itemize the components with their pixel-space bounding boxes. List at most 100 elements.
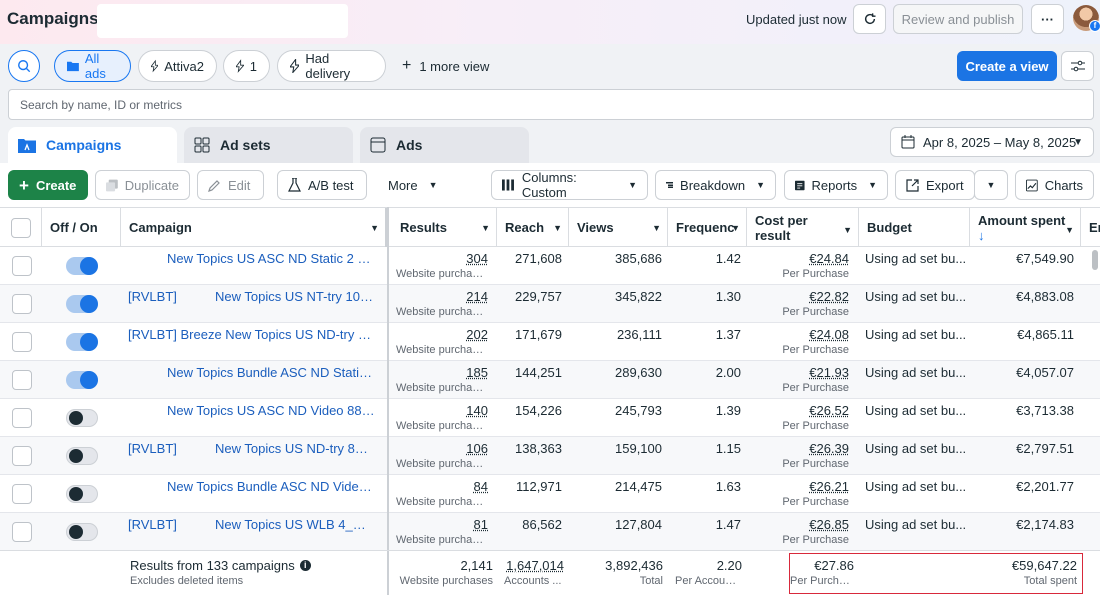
caret-down-icon: ▼ <box>428 180 438 190</box>
totals-views-label: Total <box>639 575 663 587</box>
col-off-on[interactable]: Off / On <box>42 208 121 247</box>
campaign-name[interactable]: New Topics US ASC ND Static 2 65 8... <box>167 251 375 266</box>
row-checkbox[interactable] <box>12 522 32 542</box>
row-checkbox[interactable] <box>12 256 32 276</box>
row-checkbox[interactable] <box>12 294 32 314</box>
charts-button[interactable]: Charts <box>1015 170 1094 200</box>
campaign-prefix[interactable]: [RVLBT] <box>128 517 178 532</box>
more-actions-button[interactable]: More ▼ <box>377 170 447 200</box>
table-row[interactable]: [RVLBT] New Topics US ND-try 82_[... 106 We… <box>0 437 1100 475</box>
breakdown-button[interactable]: Breakdown ▼ <box>655 170 776 200</box>
tab-ads[interactable]: Ads <box>360 127 529 163</box>
export-options-button[interactable]: ▼ <box>974 170 1008 200</box>
campaign-prefix[interactable]: [RVLBT] <box>128 289 178 304</box>
col-results[interactable]: Results ▼ <box>388 208 497 247</box>
tab-campaigns[interactable]: Campaigns <box>8 127 177 163</box>
col-amount-spent[interactable]: Amount spent ↓ ▼ <box>970 208 1081 247</box>
campaign-prefix[interactable]: [RVLBT] <box>128 441 178 456</box>
campaign-icon <box>18 139 36 153</box>
col-cost-per-result[interactable]: Cost per result ▼ <box>747 208 859 247</box>
cost-per-result-value: €26.52 <box>809 403 849 418</box>
create-view-button[interactable]: Create a view <box>957 51 1057 81</box>
campaign-name[interactable]: [RVLBT] Breeze New Topics US ND-try 2_NY… <box>128 327 376 342</box>
cost-per-result-label: Per Purchase <box>782 496 849 508</box>
col-campaign[interactable]: Campaign ▼ <box>121 208 387 247</box>
ad-icon <box>370 137 386 153</box>
col-views[interactable]: Views ▼ <box>569 208 668 247</box>
row-toggle[interactable] <box>66 485 98 503</box>
row-checkbox[interactable] <box>12 484 32 504</box>
row-toggle[interactable] <box>66 371 98 389</box>
table-row[interactable]: [RVLBT] Breeze New Topics US ND-try 2_NY… <box>0 323 1100 361</box>
export-label: Export <box>926 177 964 193</box>
edit-button[interactable]: Edit <box>197 170 264 200</box>
col-reach[interactable]: Reach ▼ <box>497 208 569 247</box>
tab-ad-sets[interactable]: Ad sets <box>184 127 353 163</box>
reports-button[interactable]: Reports ▼ <box>784 170 888 200</box>
col-ends[interactable]: En <box>1081 208 1100 247</box>
row-toggle[interactable] <box>66 333 98 351</box>
row-toggle[interactable] <box>66 447 98 465</box>
row-checkbox[interactable] <box>12 446 32 466</box>
view-had-delivery[interactable]: Had delivery <box>277 50 386 82</box>
view-1[interactable]: 1 <box>223 50 270 82</box>
table-row[interactable]: New Topics Bundle ASC ND Video 88... 84 We… <box>0 475 1100 513</box>
row-toggle[interactable] <box>66 295 98 313</box>
reach-value: 271,608 <box>515 251 562 266</box>
cost-per-result-value: €24.08 <box>809 327 849 342</box>
view-attiva2[interactable]: Attiva2 <box>138 50 217 82</box>
row-toggle[interactable] <box>66 523 98 541</box>
campaign-name[interactable]: New Topics Bundle ASC ND Video 88... <box>167 479 375 494</box>
search-toggle-button[interactable] <box>8 50 40 82</box>
col-frequency[interactable]: Frequenc ▼ <box>668 208 747 247</box>
table-row[interactable]: New Topics US ASC ND Static 2 65 8... 304… <box>0 247 1100 285</box>
view-settings-button[interactable] <box>1061 51 1094 81</box>
reach-value: 229,757 <box>515 289 562 304</box>
review-publish-button[interactable]: Review and publish <box>893 4 1023 34</box>
campaign-name[interactable]: New Topics US WLB 4_NY_[... <box>215 517 375 532</box>
row-checkbox[interactable] <box>12 370 32 390</box>
campaign-name[interactable]: New Topics US ND-try 82_[... <box>215 441 375 456</box>
table-row[interactable]: New Topics US ASC ND Video 88 93 ... 140 W… <box>0 399 1100 437</box>
refresh-button[interactable] <box>853 4 886 34</box>
create-button[interactable]: + Create <box>8 170 88 200</box>
row-checkbox[interactable] <box>12 408 32 428</box>
table-row[interactable]: [RVLBT] New Topics US NT-try 101_... 214 We… <box>0 285 1100 323</box>
more-views-button[interactable]: + 1 more view <box>402 57 489 75</box>
columns-button[interactable]: Columns: Custom ▼ <box>491 170 648 200</box>
views-value: 345,822 <box>615 289 662 304</box>
search-input[interactable] <box>8 89 1094 120</box>
cost-per-result-label: Per Purchase <box>782 458 849 470</box>
caret-down-icon: ▼ <box>370 222 379 233</box>
plus-icon: + <box>19 175 29 195</box>
calendar-icon <box>901 135 915 149</box>
reach-value: 171,679 <box>515 327 562 342</box>
title-placeholder-box <box>97 4 348 38</box>
reach-value: 144,251 <box>515 365 562 380</box>
campaign-name[interactable]: New Topics Bundle ASC ND Static 2 ... <box>167 365 375 380</box>
select-all-checkbox[interactable] <box>11 218 31 238</box>
campaign-name[interactable]: New Topics US ASC ND Video 88 93 ... <box>167 403 375 418</box>
cost-per-result-value: €22.82 <box>809 289 849 304</box>
row-toggle[interactable] <box>66 409 98 427</box>
cost-per-result-value: €24.84 <box>809 251 849 266</box>
col-budget[interactable]: Budget <box>859 208 970 247</box>
results-value: 140 <box>466 403 488 418</box>
results-label: Website purchases <box>396 268 488 280</box>
table-row[interactable]: New Topics Bundle ASC ND Static 2 ... 185… <box>0 361 1100 399</box>
date-range-picker[interactable]: Apr 8, 2025 – May 8, 2025 ▼ <box>890 127 1094 157</box>
frequency-value: 1.39 <box>715 403 741 418</box>
info-icon[interactable]: i <box>299 560 311 571</box>
breakdown-label: Breakdown <box>680 177 746 193</box>
table-row[interactable]: [RVLBT] New Topics US WLB 4_NY_[... 81 Webs… <box>0 513 1100 551</box>
view-all-ads[interactable]: All ads <box>54 50 131 82</box>
vertical-scrollbar[interactable] <box>1092 250 1098 270</box>
row-checkbox[interactable] <box>12 332 32 352</box>
duplicate-button[interactable]: Duplicate <box>95 170 190 200</box>
ab-test-button[interactable]: A/B test <box>277 170 367 200</box>
col-reach-label: Reach <box>505 220 545 235</box>
export-button[interactable]: Export <box>895 170 975 200</box>
campaign-name[interactable]: New Topics US NT-try 101_... <box>215 289 375 304</box>
row-toggle[interactable] <box>66 257 98 275</box>
more-options-button[interactable]: ··· <box>1031 4 1064 34</box>
